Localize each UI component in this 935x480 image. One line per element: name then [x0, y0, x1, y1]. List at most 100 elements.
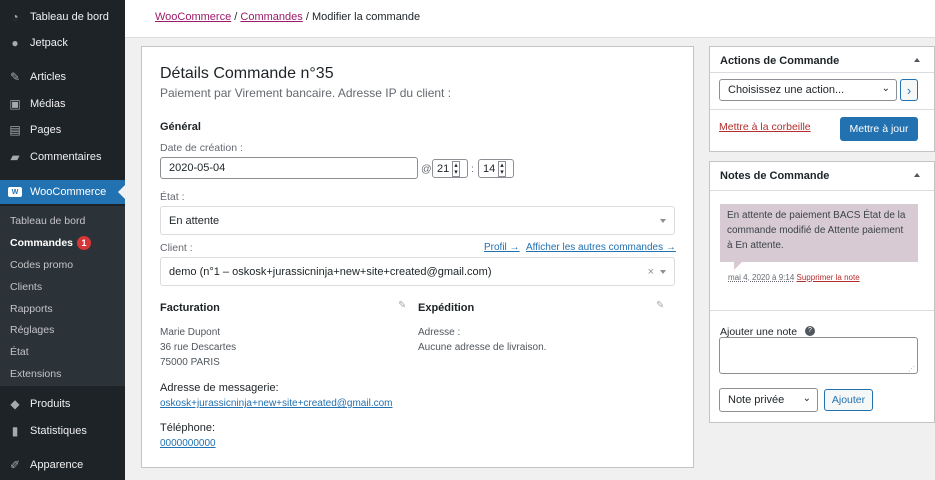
collapse-toggle-icon[interactable]: [914, 173, 920, 177]
sidebar-item-label: Commentaires: [30, 151, 102, 163]
hour-value: 21: [437, 162, 450, 175]
minute-value: 14: [483, 162, 496, 175]
delete-note-link[interactable]: Supprimer la note: [797, 273, 860, 282]
email-label: Adresse de messagerie:: [160, 382, 279, 394]
products-icon: ◆: [10, 397, 20, 411]
phone-label: Téléphone:: [160, 422, 216, 434]
at-symbol: @: [421, 163, 432, 175]
edit-billing-pencil-icon[interactable]: ✎: [398, 300, 406, 311]
order-action-value: Choisissez une action...: [728, 84, 845, 96]
minute-input[interactable]: 14 ▴ ▾: [478, 159, 514, 178]
submenu-item-extensions[interactable]: Extensions: [10, 368, 61, 380]
pages-icon: ▤: [9, 123, 21, 137]
date-input[interactable]: 2020-05-04: [160, 157, 418, 179]
sidebar-item-comments[interactable]: ▰ Commentaires: [0, 146, 125, 168]
sidebar-item-jetpack[interactable]: ● Jetpack: [0, 32, 125, 54]
comments-icon: ▰: [10, 150, 20, 164]
sidebar-item-label: Jetpack: [30, 37, 68, 49]
breadcrumb-separator: /: [234, 11, 238, 23]
sidebar-item-label: Articles: [30, 71, 67, 83]
breadcrumb: WooCommerce / Commandes / Modifier la co…: [155, 11, 420, 23]
billing-heading: Facturation: [160, 302, 220, 314]
order-details-panel: Détails Commande n°35 Paiement par Virem…: [141, 46, 694, 468]
status-select[interactable]: En attente: [160, 206, 675, 235]
date-label: Date de création :: [160, 142, 243, 154]
order-title: Détails Commande n°35: [160, 65, 334, 82]
sidebar-item-appearance[interactable]: ✐ Apparence: [0, 454, 125, 476]
chevron-down-icon: ⌄: [802, 393, 811, 404]
submenu-item-settings[interactable]: Réglages: [10, 324, 54, 336]
actions-heading: Actions de Commande: [720, 55, 840, 67]
note-date: mai 4, 2020 à 9:14: [728, 273, 795, 282]
hour-input[interactable]: 21 ▴ ▾: [432, 159, 468, 178]
add-note-button[interactable]: Ajouter: [824, 389, 873, 411]
sidebar-item-label: Statistiques: [30, 425, 87, 437]
trash-link[interactable]: Mettre à la corbeille: [719, 121, 811, 133]
resize-handle-icon[interactable]: ⋰: [908, 365, 915, 373]
sidebar-item-woocommerce[interactable]: W WooCommerce: [0, 180, 125, 204]
submenu-item-customers[interactable]: Clients: [10, 281, 42, 293]
sidebar-item-articles[interactable]: ✎ Articles: [0, 66, 125, 88]
order-note: En attente de paiement BACS État de la c…: [720, 204, 918, 270]
help-icon[interactable]: ?: [805, 326, 815, 336]
submenu-item-coupons[interactable]: Codes promo: [10, 259, 73, 271]
order-action-select[interactable]: Choisissez une action... ⌄: [719, 79, 897, 101]
status-value: En attente: [169, 214, 220, 227]
breadcrumb-current: Modifier la commande: [311, 11, 421, 23]
note-textarea[interactable]: ⋰: [719, 337, 918, 374]
woocommerce-submenu: Tableau de bord Commandes 1 Codes promo C…: [0, 206, 125, 386]
client-value: demo (n°1 – oskosk+jurassicninja+new+sit…: [169, 265, 492, 278]
submenu-item-orders[interactable]: Commandes 1: [10, 236, 92, 250]
breadcrumb-woocommerce-link[interactable]: WooCommerce: [155, 11, 231, 23]
orders-count-badge: 1: [77, 236, 92, 250]
edit-shipping-pencil-icon[interactable]: ✎: [656, 300, 664, 311]
order-notes-panel: Notes de Commande En attente de paiement…: [709, 161, 935, 423]
submenu-item-reports[interactable]: Rapports: [10, 303, 53, 315]
general-heading: Général: [160, 121, 201, 133]
hour-stepper-icon[interactable]: ▴ ▾: [452, 160, 460, 177]
top-header: WooCommerce / Commandes / Modifier la co…: [125, 0, 935, 38]
sidebar-item-dashboard[interactable]: ◔ Tableau de bord: [0, 6, 125, 28]
minute-stepper-icon[interactable]: ▴ ▾: [498, 160, 506, 177]
divider: [710, 109, 934, 110]
notes-heading: Notes de Commande: [720, 170, 830, 182]
jetpack-icon: ●: [11, 36, 19, 50]
phone-link[interactable]: 0000000000: [160, 438, 216, 449]
divider: [710, 310, 934, 311]
submenu-item-dashboard[interactable]: Tableau de bord: [10, 215, 85, 227]
sidebar-item-products[interactable]: ◆ Produits: [0, 393, 125, 415]
sidebar-item-label: Médias: [30, 98, 66, 110]
sidebar-item-label: Tableau de bord: [30, 11, 109, 23]
client-select[interactable]: demo (n°1 – oskosk+jurassicninja+new+sit…: [160, 257, 675, 286]
submenu-item-status[interactable]: État: [10, 346, 29, 358]
sidebar-item-media[interactable]: ▣ Médias: [0, 93, 125, 115]
shipping-address-value: Aucune adresse de livraison.: [418, 342, 547, 353]
chevron-down-icon: [660, 218, 666, 223]
note-type-select[interactable]: Note privée ⌄: [719, 388, 818, 412]
divider: [710, 190, 934, 191]
profile-link[interactable]: Profil →: [484, 242, 520, 253]
note-meta: mai 4, 2020 à 9:14 Supprimer la note: [728, 273, 860, 282]
order-subtitle: Paiement par Virement bancaire. Adresse …: [160, 86, 452, 100]
other-orders-link[interactable]: Afficher les autres commandes →: [526, 242, 676, 253]
email-link[interactable]: oskosk+jurassicninja+new+site+created@gm…: [160, 398, 393, 409]
media-icon: ▣: [9, 97, 21, 111]
sidebar-item-pages[interactable]: ▤ Pages: [0, 119, 125, 141]
breadcrumb-separator: /: [305, 11, 309, 23]
submenu-item-label: Commandes: [10, 237, 74, 249]
note-type-value: Note privée: [728, 394, 785, 406]
collapse-toggle-icon[interactable]: [914, 58, 920, 62]
sidebar-item-label: Pages: [30, 124, 62, 136]
appearance-icon: ✐: [9, 458, 21, 472]
billing-address: Marie Dupont 36 rue Descartes 75000 PARI…: [160, 327, 237, 368]
apply-action-button[interactable]: ›: [900, 79, 918, 101]
sidebar-item-label: Produits: [30, 398, 71, 410]
status-label: État :: [160, 191, 185, 203]
shipping-address-label: Adresse :: [418, 327, 461, 338]
clear-icon[interactable]: ×: [648, 266, 654, 278]
pin-icon: ✎: [9, 70, 21, 84]
update-button[interactable]: Mettre à jour: [840, 117, 918, 141]
breadcrumb-orders-link[interactable]: Commandes: [240, 11, 302, 23]
sidebar-item-stats[interactable]: ▮ Statistiques: [0, 420, 125, 442]
dashboard-icon: ◔: [11, 10, 19, 24]
